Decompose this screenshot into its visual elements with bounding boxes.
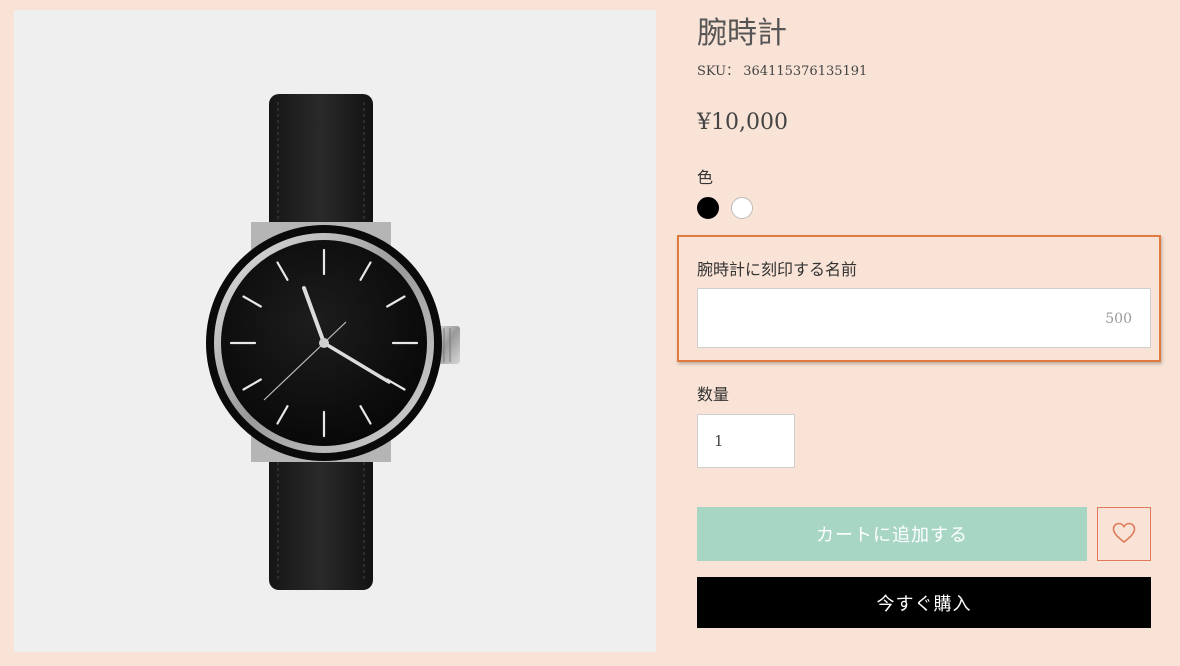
product-image-panel bbox=[14, 10, 656, 652]
color-swatches bbox=[697, 197, 753, 219]
product-price: ¥10,000 bbox=[697, 110, 788, 135]
watch-image bbox=[206, 94, 460, 590]
product-title: 腕時計 bbox=[697, 16, 787, 51]
engraving-field: 500 bbox=[697, 288, 1151, 348]
sku-line: SKU： 364115376135191 bbox=[697, 60, 867, 79]
sku-label: SKU： bbox=[697, 64, 740, 79]
heart-icon bbox=[1112, 522, 1136, 547]
engraving-char-limit: 500 bbox=[1105, 311, 1132, 327]
color-label: 色 bbox=[697, 168, 714, 187]
quantity-input[interactable] bbox=[697, 414, 795, 468]
engraving-label: 腕時計に刻印する名前 bbox=[697, 260, 858, 279]
engraving-input[interactable] bbox=[698, 289, 1150, 347]
sku-value: 364115376135191 bbox=[743, 64, 868, 79]
buy-now-button[interactable]: 今すぐ購入 bbox=[697, 577, 1151, 628]
color-swatch-black[interactable] bbox=[697, 197, 719, 219]
wishlist-button[interactable] bbox=[1097, 507, 1151, 561]
color-swatch-white[interactable] bbox=[731, 197, 753, 219]
quantity-label: 数量 bbox=[697, 385, 730, 404]
add-to-cart-button[interactable]: カートに追加する bbox=[697, 507, 1087, 561]
